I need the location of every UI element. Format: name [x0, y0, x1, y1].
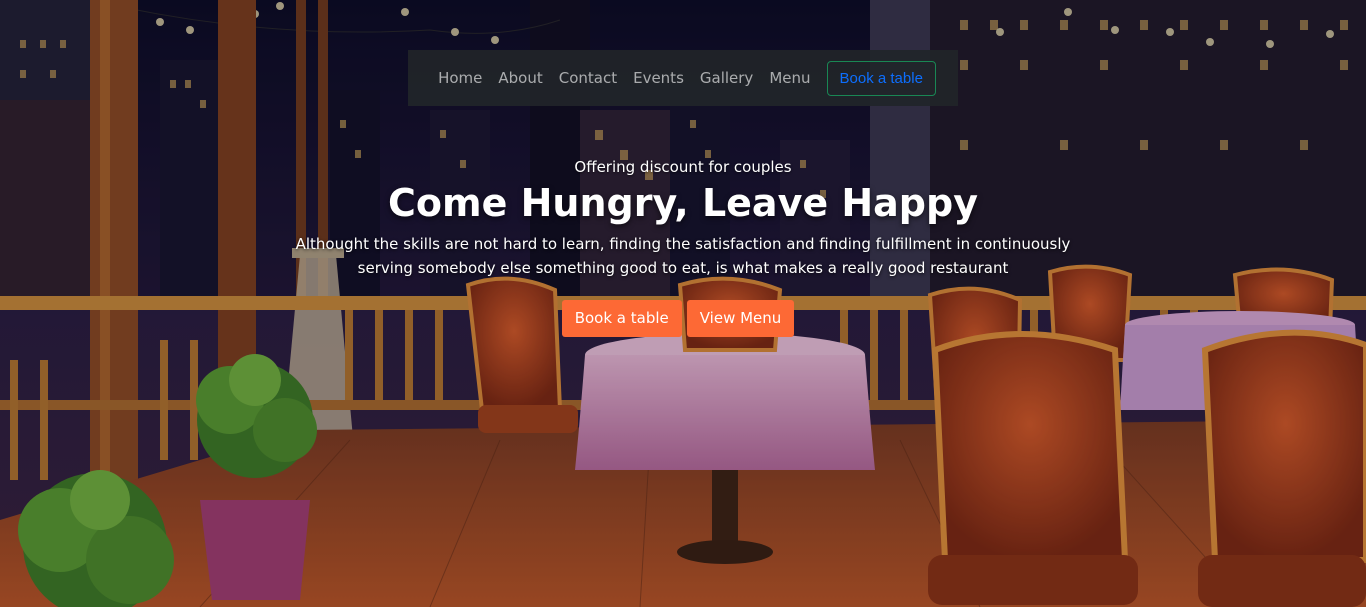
hero-section: Home About Contact Events Gallery Menu B…	[0, 0, 1366, 607]
hero-description: Althought the skills are not hard to lea…	[295, 234, 1071, 277]
nav-book-table-button[interactable]: Book a table	[826, 60, 936, 96]
nav-link-gallery[interactable]: Gallery	[692, 69, 761, 87]
nav-link-contact[interactable]: Contact	[551, 69, 625, 87]
hero-content: Offering discount for couples Come Hungr…	[0, 158, 1366, 280]
hero-title: Come Hungry, Leave Happy	[388, 181, 978, 225]
nav-link-about[interactable]: About	[490, 69, 550, 87]
nav-links: Home About Contact Events Gallery Menu B…	[430, 60, 936, 96]
view-menu-button[interactable]: View Menu	[686, 300, 795, 337]
book-table-button[interactable]: Book a table	[561, 300, 682, 337]
nav-link-menu[interactable]: Menu	[761, 69, 818, 87]
nav-link-events[interactable]: Events	[625, 69, 692, 87]
hero-tagline: Offering discount for couples	[574, 158, 792, 176]
hero-cta-group: Book a table View Menu	[0, 300, 1366, 337]
nav-link-home[interactable]: Home	[430, 69, 490, 87]
top-navbar: Home About Contact Events Gallery Menu B…	[408, 50, 958, 106]
